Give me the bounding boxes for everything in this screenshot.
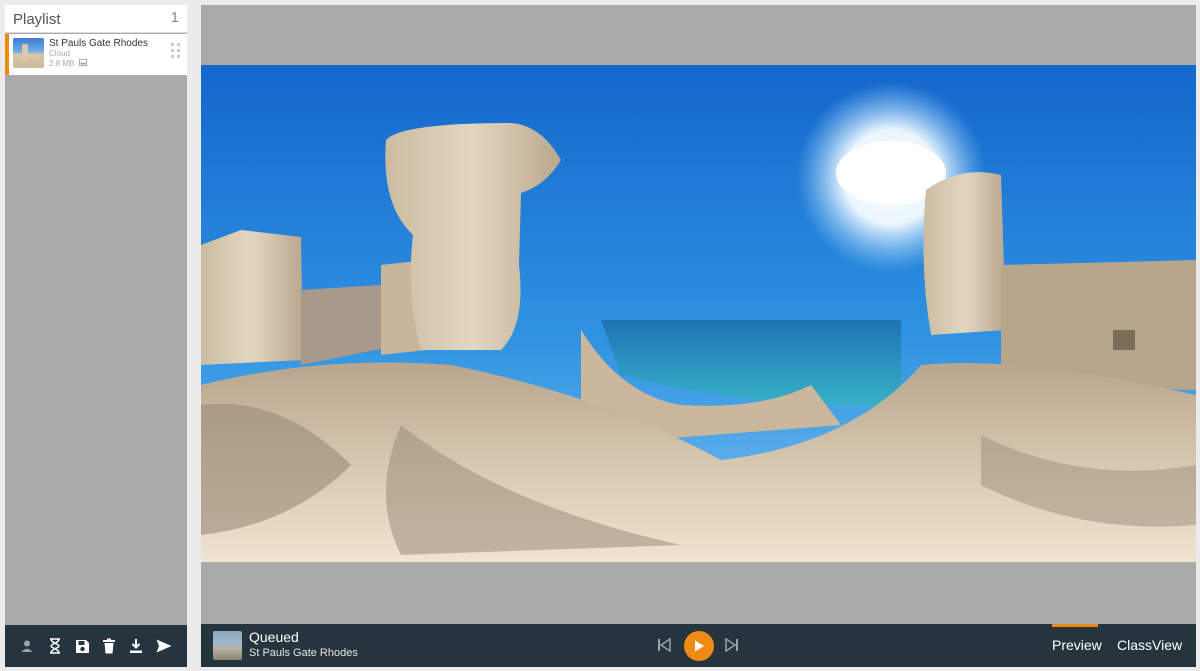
playlist-item-source: Cloud — [49, 49, 70, 58]
now-playing-status: Queued — [249, 629, 299, 645]
user-icon[interactable] — [16, 635, 38, 657]
playlist-count: 1 — [170, 9, 179, 26]
now-playing-thumbnail — [213, 631, 242, 660]
app-root: Playlist 1 St Pauls Gate Rhodes Cloud 2.… — [0, 0, 1200, 671]
send-icon[interactable] — [153, 635, 175, 657]
panorama-preview[interactable] — [201, 65, 1196, 562]
download-icon[interactable] — [125, 635, 147, 657]
drag-handle-icon[interactable] — [170, 42, 182, 60]
playlist-header: Playlist 1 — [5, 5, 187, 33]
play-button[interactable] — [684, 631, 714, 661]
image-icon — [78, 59, 87, 68]
tab-classview-label: ClassView — [1117, 637, 1183, 653]
now-playing-title: St Pauls Gate Rhodes — [249, 647, 358, 659]
hourglass-icon[interactable] — [44, 635, 66, 657]
player-transport-bar: Queued St Pauls Gate Rhodes Preview Clas… — [201, 624, 1196, 667]
playlist-item[interactable]: St Pauls Gate Rhodes Cloud 2.8 MB — [5, 34, 187, 75]
playlist-item-size: 2.8 MB — [49, 59, 75, 68]
skip-next-icon[interactable] — [723, 636, 741, 654]
player-panel: Queued St Pauls Gate Rhodes Preview Clas… — [201, 5, 1196, 667]
skip-previous-icon[interactable] — [655, 636, 673, 654]
trash-icon[interactable] — [98, 635, 120, 657]
save-icon[interactable] — [71, 635, 93, 657]
playlist-toolbar — [5, 625, 187, 667]
playlist-item-size-row: 2.8 MB — [49, 59, 87, 68]
tab-preview[interactable]: Preview — [1050, 624, 1102, 667]
tab-classview[interactable]: ClassView — [1115, 624, 1183, 667]
playlist-title: Playlist — [13, 11, 61, 28]
playlist-panel: Playlist 1 St Pauls Gate Rhodes Cloud 2.… — [5, 5, 187, 667]
play-icon — [695, 640, 704, 652]
tab-preview-label: Preview — [1052, 637, 1102, 653]
playlist-item-name: St Pauls Gate Rhodes — [49, 38, 148, 49]
playlist-item-thumbnail — [13, 38, 44, 68]
